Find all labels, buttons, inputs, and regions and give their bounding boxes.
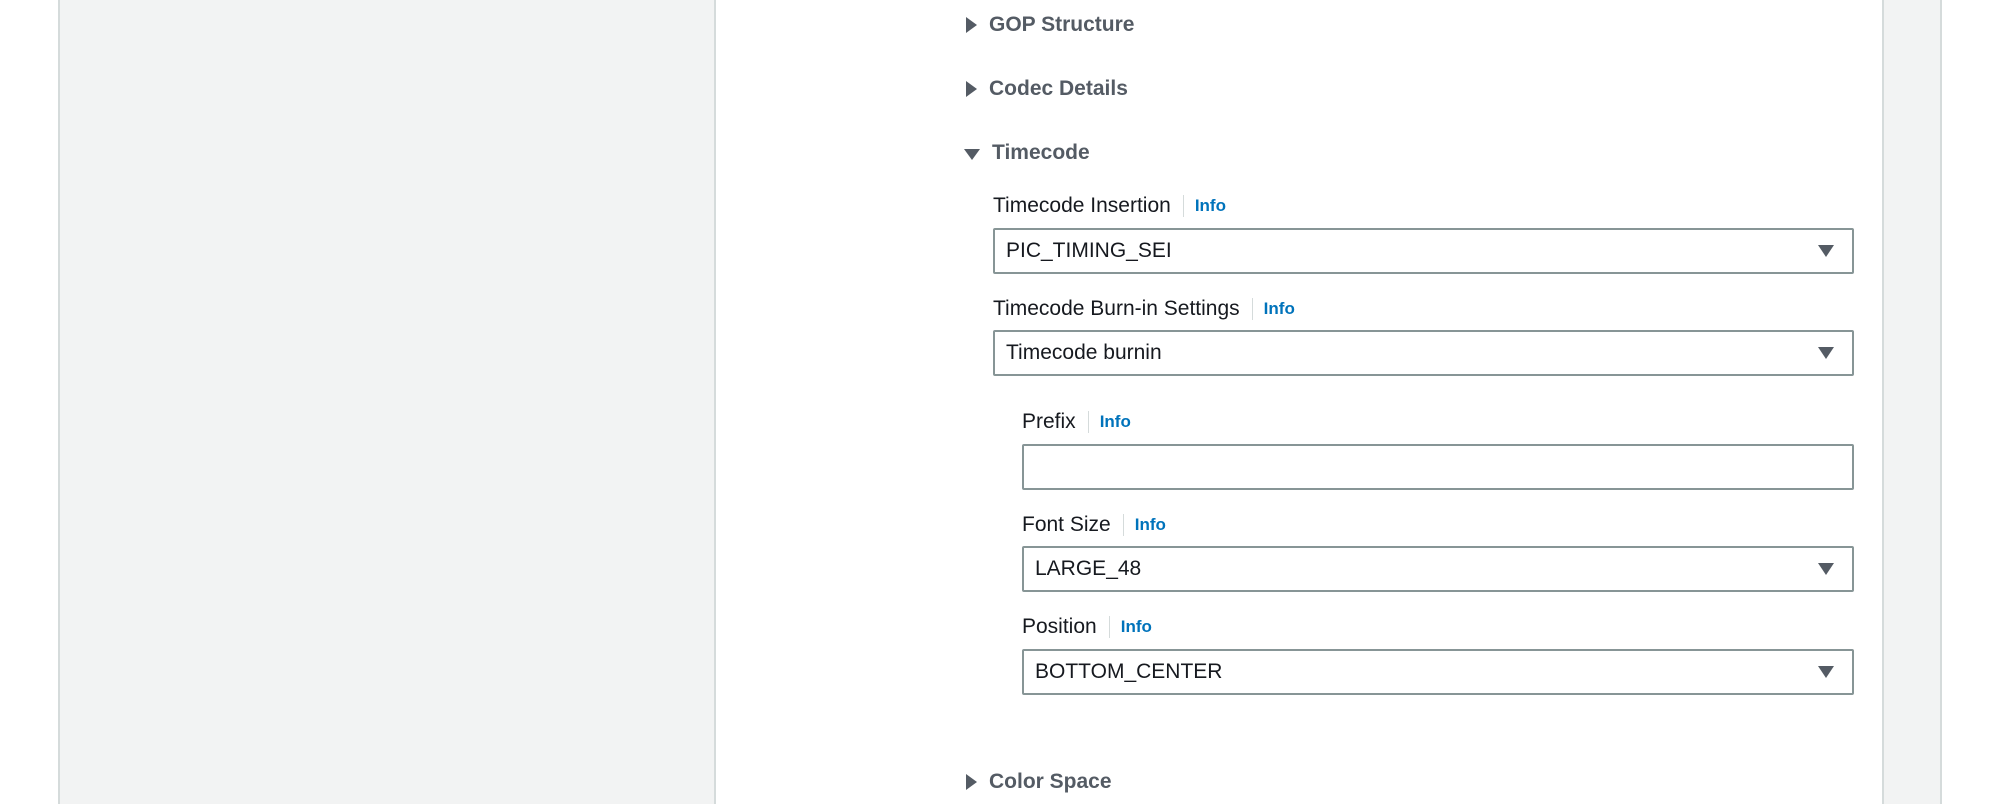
label-divider [1087,411,1089,433]
label-divider [1251,298,1253,320]
field-label: Timecode Burn-in Settings [993,297,1240,320]
timecode-burnin-label-row: Timecode Burn-in Settings Info [993,294,1295,324]
field-label: Position [1022,615,1097,638]
select-value: PIC_TIMING_SEI [1006,239,1172,262]
section-gop-structure[interactable]: GOP Structure [964,10,1134,40]
section-title: GOP Structure [989,13,1135,36]
prefix-label-row: Prefix Info [1022,407,1131,437]
label-divider [1182,195,1184,217]
dropdown-arrow-icon [1818,666,1834,678]
caret-right-icon [966,774,977,790]
caret-down-icon [964,148,980,160]
caret-right-icon [966,17,977,33]
select-value: Timecode burnin [1006,341,1162,364]
section-timecode[interactable]: Timecode [964,138,1090,168]
position-info-link[interactable]: Info [1121,617,1152,637]
prefix-info-link[interactable]: Info [1100,412,1131,432]
section-title: Timecode [992,141,1090,164]
label-divider [1108,616,1110,638]
select-value: LARGE_48 [1035,557,1142,580]
font-size-select[interactable]: LARGE_48 [1022,546,1854,592]
timecode-burnin-select[interactable]: Timecode burnin [993,330,1854,376]
dropdown-arrow-icon [1818,347,1834,359]
timecode-insertion-label-row: Timecode Insertion Info [993,191,1226,221]
dropdown-arrow-icon [1818,563,1834,575]
position-select[interactable]: BOTTOM_CENTER [1022,649,1854,695]
timecode-burnin-info-link[interactable]: Info [1264,299,1295,319]
timecode-insertion-select[interactable]: PIC_TIMING_SEI [993,228,1854,274]
select-value: BOTTOM_CENTER [1035,660,1223,683]
section-title: Codec Details [989,77,1128,100]
font-size-info-link[interactable]: Info [1135,515,1166,535]
section-title: Color Space [989,770,1112,793]
timecode-insertion-info-link[interactable]: Info [1195,196,1226,216]
dropdown-arrow-icon [1818,245,1834,257]
field-label: Prefix [1022,410,1076,433]
field-label: Timecode Insertion [993,194,1171,217]
position-label-row: Position Info [1022,612,1152,642]
font-size-label-row: Font Size Info [1022,510,1166,540]
caret-right-icon [966,81,977,97]
prefix-input[interactable] [1022,444,1854,490]
section-color-space[interactable]: Color Space [964,767,1112,797]
field-label: Font Size [1022,513,1111,536]
label-divider [1122,514,1124,536]
section-codec-details[interactable]: Codec Details [964,74,1128,104]
